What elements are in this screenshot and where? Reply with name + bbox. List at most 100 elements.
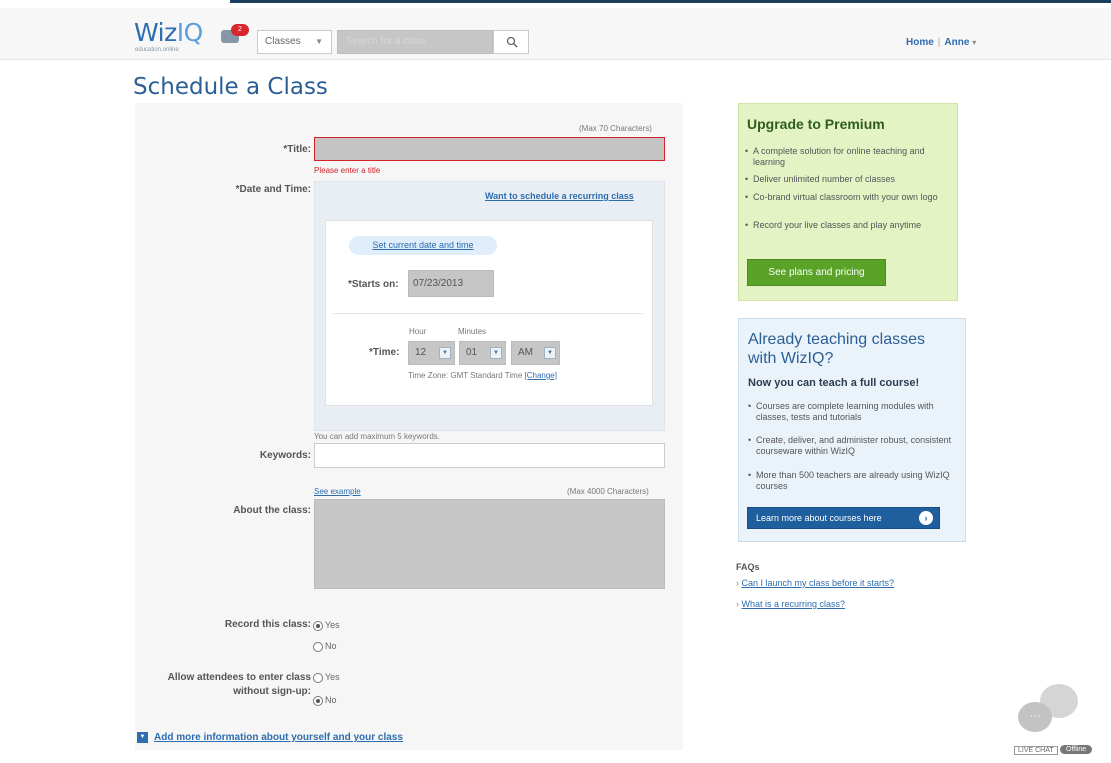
- timezone-value: Time Zone: GMT Standard Time: [408, 371, 523, 380]
- dropdown-arrow-icon: ▼: [490, 347, 502, 359]
- timezone-text: Time Zone: GMT Standard Time [Change]: [408, 371, 557, 380]
- faq-item[interactable]: › Can I launch my class before it starts…: [736, 578, 894, 588]
- record-yes-option[interactable]: Yes: [313, 620, 340, 631]
- minute-value: 01: [466, 347, 478, 358]
- learn-more-label: Learn more about courses here: [756, 513, 882, 523]
- live-chat-widget[interactable]: ··· LIVE CHAT Offline: [1010, 684, 1100, 760]
- courses-heading: Already teaching classes with WizIQ?: [748, 331, 925, 367]
- premium-heading: Upgrade to Premium: [747, 116, 885, 132]
- bullet-icon: •: [748, 401, 752, 411]
- courses-subheading: Now you can teach a full course!: [748, 377, 920, 389]
- set-current-date-link[interactable]: Set current date and time: [349, 236, 497, 255]
- time-label: *Time:: [369, 347, 400, 358]
- start-date-field[interactable]: 07/23/2013: [408, 270, 494, 297]
- radio-icon[interactable]: [313, 672, 323, 683]
- faq-item[interactable]: › What is a recurring class?: [736, 599, 845, 609]
- title-char-limit: (Max 70 Characters): [579, 124, 652, 133]
- hour-value: 12: [415, 347, 427, 358]
- courses-bullet: • Create, deliver, and administer robust,…: [748, 435, 956, 457]
- record-no-option[interactable]: No: [313, 641, 337, 652]
- premium-bullet-text: Co-brand virtual classroom with your own…: [753, 192, 938, 202]
- about-class-label: About the class:: [233, 505, 311, 516]
- record-no-label: No: [325, 641, 337, 651]
- logo-tagline: education.online: [135, 47, 179, 53]
- premium-bullet-text: Record your live classes and play anytim…: [753, 220, 922, 230]
- signup-label-line1: Allow attendees to enter class: [167, 672, 311, 683]
- nav-home-link[interactable]: Home: [906, 37, 934, 48]
- dropdown-arrow-icon: ▼: [439, 347, 451, 359]
- title-label: *Title:: [283, 144, 311, 155]
- ampm-select[interactable]: AM ▼: [511, 341, 560, 365]
- chevron-down-icon: ▼: [315, 37, 323, 46]
- title-error-message: Please enter a title: [314, 166, 381, 175]
- starts-on-label: *Starts on:: [348, 279, 399, 290]
- premium-bullet: • Co-brand virtual classroom with your ow…: [745, 192, 951, 203]
- faqs-heading: FAQs: [736, 562, 760, 572]
- record-yes-label: Yes: [325, 620, 340, 630]
- logo-main-text: Wiz: [134, 18, 177, 47]
- signup-no-option[interactable]: No: [313, 695, 337, 706]
- premium-bullet: • A complete solution for online teaching…: [745, 146, 951, 168]
- bullet-icon: •: [748, 435, 752, 445]
- see-example-link[interactable]: See example: [314, 487, 361, 496]
- site-header: WizIQ education.online 2 Classes ▼ Searc…: [0, 8, 1111, 60]
- signup-yes-option[interactable]: Yes: [313, 672, 340, 683]
- title-input[interactable]: [314, 137, 665, 161]
- notification-badge: 2: [231, 24, 249, 36]
- courses-bullet-text: More than 500 teachers are already using…: [756, 470, 950, 491]
- keywords-input[interactable]: [314, 443, 665, 468]
- learn-more-courses-button[interactable]: Learn more about courses here ›: [747, 507, 940, 529]
- keywords-label: Keywords:: [259, 450, 311, 461]
- premium-bullet: • Deliver unlimited number of classes: [745, 174, 951, 185]
- minute-select[interactable]: 01 ▼: [459, 341, 506, 365]
- faq-link[interactable]: Can I launch my class before it starts?: [742, 578, 895, 588]
- nav-user-menu[interactable]: Anne: [944, 37, 969, 48]
- premium-bullet-text: A complete solution for online teaching …: [753, 146, 925, 167]
- nav-separator: |: [937, 37, 941, 48]
- courses-bullet: • More than 500 teachers are already usin…: [748, 470, 956, 492]
- chevron-down-icon[interactable]: ▾: [972, 38, 976, 47]
- search-type-value: Classes: [265, 36, 301, 47]
- date-time-label: *Date and Time:: [235, 184, 311, 195]
- premium-bullet: • Record your live classes and play anyti…: [745, 220, 951, 231]
- dropdown-arrow-icon: ▼: [544, 347, 556, 359]
- top-accent-line: [230, 0, 1111, 3]
- signup-no-label: No: [325, 695, 337, 705]
- search-icon: [506, 36, 518, 48]
- chat-bubble-icon: ···: [1018, 702, 1052, 732]
- radio-icon[interactable]: [313, 641, 323, 652]
- bullet-icon: •: [745, 192, 749, 202]
- see-plans-button[interactable]: See plans and pricing: [747, 259, 886, 286]
- bullet-icon: •: [745, 174, 749, 184]
- arrow-right-icon: ›: [919, 511, 933, 525]
- live-chat-label: LIVE CHAT: [1014, 746, 1058, 755]
- bullet-icon: •: [745, 220, 749, 230]
- wiziq-logo[interactable]: WizIQ education.online: [134, 18, 204, 53]
- more-info-toggle[interactable]: ▼ Add more information about yourself and…: [137, 732, 403, 743]
- change-timezone-link[interactable]: [Change]: [525, 371, 557, 380]
- recurring-class-link[interactable]: Want to schedule a recurring class: [485, 191, 634, 201]
- search-button[interactable]: [493, 30, 529, 54]
- hour-select[interactable]: 12 ▼: [408, 341, 455, 365]
- bullet-icon: •: [748, 470, 752, 480]
- signup-yes-label: Yes: [325, 672, 340, 682]
- page-title: Schedule a Class: [133, 74, 328, 100]
- about-char-limit: (Max 4000 Characters): [567, 487, 649, 496]
- premium-bullet-text: Deliver unlimited number of classes: [753, 174, 896, 184]
- radio-selected-icon[interactable]: [313, 620, 323, 631]
- live-chat-bar: LIVE CHAT Offline: [1010, 740, 1100, 760]
- faq-link[interactable]: What is a recurring class?: [742, 599, 846, 609]
- messages-icon[interactable]: 2: [221, 24, 249, 46]
- record-class-label: Record this class:: [224, 619, 311, 630]
- more-info-link[interactable]: Add more information about yourself and …: [154, 732, 403, 743]
- search-input[interactable]: Search for a class: [337, 30, 493, 54]
- radio-selected-icon[interactable]: [313, 695, 323, 706]
- chat-status-badge: Offline: [1060, 745, 1093, 754]
- keywords-hint: You can add maximum 5 keywords.: [314, 432, 440, 441]
- ampm-value: AM: [518, 347, 533, 358]
- search-type-select[interactable]: Classes ▼: [257, 30, 332, 54]
- section-divider: [333, 313, 643, 314]
- about-class-textarea[interactable]: [314, 499, 665, 589]
- expand-triangle-icon: ▼: [137, 732, 148, 743]
- logo-accent-text: IQ: [176, 18, 204, 47]
